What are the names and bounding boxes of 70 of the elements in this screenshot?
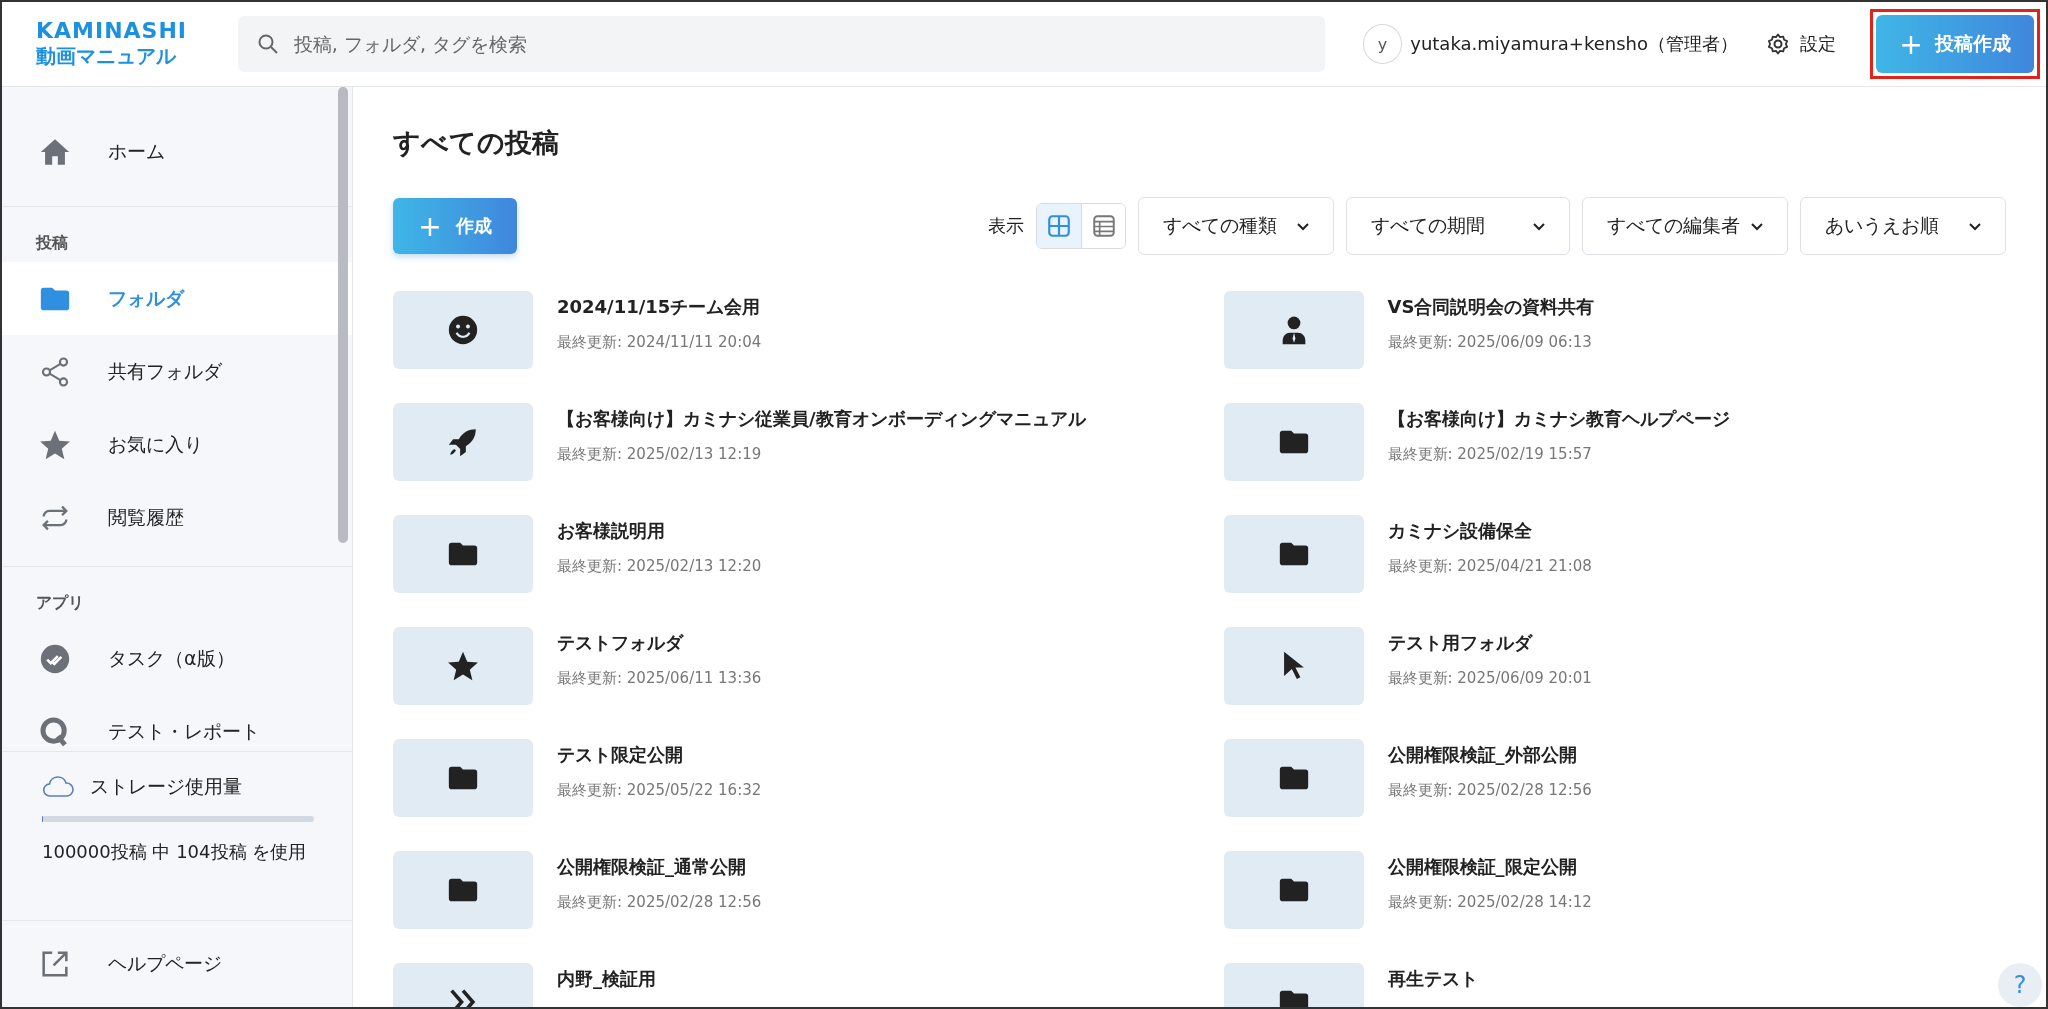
post-updated-date: 最終更新: 2025/02/19 15:57: [1387, 445, 1593, 464]
post-thumbnail[interactable]: [1223, 403, 1364, 481]
table-icon: [1090, 213, 1117, 239]
grid-icon: [1046, 213, 1072, 239]
post-updated-date: 最終更新: 2025/06/09 06:13: [1387, 333, 1593, 352]
sidebar-item[interactable]: 閲覧履歴: [2, 481, 352, 554]
post-updated-date: 最終更新: 2025/06/09 20:01: [1387, 669, 1592, 688]
post-thumbnail[interactable]: [393, 627, 533, 705]
search-input[interactable]: 投稿, フォルダ, タグを検索: [293, 24, 1307, 64]
list-view-button[interactable]: [1081, 204, 1125, 248]
post-title[interactable]: 公開権限検証_通常公開: [557, 855, 762, 879]
post-title[interactable]: お客様説明用: [557, 519, 762, 543]
post-updated-date: 最終更新: 2025/06/11 13:36: [557, 669, 762, 688]
post-updated-date: 最終更新: 2025/02/28 14:12: [1387, 893, 1592, 912]
user-name: yutaka.miyamura+kensho（管理者）: [1410, 32, 1738, 56]
sidebar-item[interactable]: 共有フォルダ: [2, 335, 352, 408]
filter-dropdown[interactable]: すべての編集者: [1582, 197, 1788, 255]
post-title[interactable]: 2024/11/15チーム会用: [557, 295, 762, 319]
view-label: 表示: [988, 214, 1024, 238]
storage-usage: 100000投稿 中 104投稿 を使用: [42, 840, 308, 864]
post-updated-date: 最終更新: 2025/02/13 12:19: [557, 445, 763, 464]
post-title[interactable]: テストフォルダ: [557, 631, 762, 655]
sidebar-item[interactable]: タスク（α版）: [2, 622, 352, 695]
post-title[interactable]: 【お客様向け】カミナシ従業員/教育オンボーディングマニュアル: [557, 407, 1086, 431]
sidebar-item[interactable]: ホーム: [2, 115, 352, 188]
settings-link[interactable]: 設定: [1766, 32, 1836, 56]
post-thumbnail[interactable]: [393, 291, 533, 369]
filter-dropdown[interactable]: すべての種類: [1138, 197, 1334, 255]
post-title[interactable]: テスト限定公開: [557, 743, 762, 767]
post-updated-date: 最終更新: 2025/02/28 12:56: [557, 893, 762, 912]
storage-title: ストレージ使用量: [90, 774, 242, 799]
post-thumbnail[interactable]: [1223, 851, 1364, 929]
post-thumbnail[interactable]: [393, 403, 533, 481]
post-thumbnail[interactable]: [1223, 627, 1364, 705]
scrollbar-thumb[interactable]: [338, 87, 348, 543]
cloud-icon: [42, 776, 74, 798]
post-updated-date: 最終更新: 2025/05/22 16:32: [557, 781, 762, 800]
user-avatar[interactable]: y: [1362, 24, 1403, 64]
logo-text: KAMINASHI: [36, 18, 189, 43]
post-title[interactable]: テスト用フォルダ: [1387, 631, 1592, 655]
logo-subtitle: 動画マニュアル: [36, 43, 178, 70]
page-title: すべての投稿: [393, 126, 560, 160]
smile-icon: [446, 313, 480, 347]
post-updated-date: 最終更新: 2025/04/21 21:08: [1387, 557, 1592, 576]
section-heading: アプリ: [35, 592, 85, 614]
post-title[interactable]: 公開権限検証_外部公開: [1387, 743, 1592, 767]
settings-icon: [1766, 32, 1790, 56]
sidebar-item[interactable]: テスト・レポート: [2, 695, 352, 751]
section-heading: 投稿: [34, 232, 69, 254]
post-thumbnail[interactable]: [1223, 739, 1364, 817]
post-title[interactable]: VS合同説明会の資料共有: [1387, 295, 1595, 319]
search-field[interactable]: 投稿, フォルダ, タグを検索: [237, 16, 1325, 72]
filter-dropdown[interactable]: すべての期間: [1346, 197, 1570, 255]
post-thumbnail[interactable]: [1223, 291, 1364, 369]
post-updated-date: 最終更新: 2024/11/11 20:04: [557, 333, 762, 352]
filter-dropdown[interactable]: あいうえお順: [1800, 197, 2006, 255]
post-thumbnail[interactable]: [1223, 515, 1364, 593]
post-thumbnail[interactable]: [393, 851, 533, 929]
post-title[interactable]: 再生テスト: [1387, 967, 1478, 991]
post-title[interactable]: カミナシ設備保全: [1387, 519, 1592, 543]
sidebar-item[interactable]: ヘルプページ: [2, 921, 352, 1007]
post-thumbnail[interactable]: [393, 515, 533, 593]
sidebar-item[interactable]: お気に入り: [2, 408, 352, 481]
post-thumbnail[interactable]: [393, 739, 533, 817]
post-updated-date: 最終更新: 2025/02/28 12:56: [1387, 781, 1592, 800]
post-title[interactable]: 【お客様向け】カミナシ教育ヘルプページ: [1387, 407, 1730, 431]
post-updated-date: 最終更新: 2025/02/13 12:20: [557, 557, 762, 576]
post-title[interactable]: 公開権限検証_限定公開: [1387, 855, 1592, 879]
post-title[interactable]: 内野_検証用: [557, 967, 656, 991]
grid-view-button[interactable]: [1037, 204, 1081, 248]
